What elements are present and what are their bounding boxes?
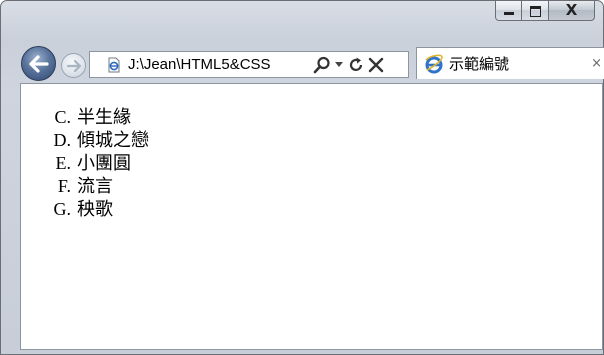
close-button[interactable]: X [549, 1, 595, 21]
page-icon [108, 57, 120, 72]
maximize-icon [530, 6, 541, 17]
stop-button[interactable] [366, 55, 386, 75]
list-item-marker: G. [53, 199, 72, 219]
list-item-label: 流言 [77, 176, 113, 197]
list-item: G. 秧歌 [47, 198, 149, 221]
list-item-marker: F. [57, 176, 71, 196]
dropdown-icon [335, 61, 343, 67]
address-dropdown-button[interactable] [332, 55, 346, 75]
refresh-button[interactable] [346, 55, 366, 75]
list-item: E. 小團圓 [47, 152, 149, 175]
back-arrow-icon [28, 54, 49, 73]
maximize-button[interactable] [522, 1, 549, 21]
address-tools [312, 55, 386, 75]
ordered-list: C. 半生緣 D. 傾城之戀 E. 小團圓 F. 流言 G. 秧歌 [47, 106, 150, 221]
close-icon: X [565, 1, 578, 19]
forward-arrow-icon [66, 59, 81, 72]
search-button[interactable] [312, 55, 332, 75]
navigation-bar: J:\Jean\HTML5&CSS 示範編號 × [1, 44, 604, 82]
list-item-label: 傾城之戀 [77, 130, 149, 151]
list-item: D. 傾城之戀 [47, 129, 150, 152]
ie-icon [425, 54, 443, 73]
list-item: C. 半生緣 [47, 106, 149, 129]
caption-buttons: X [495, 1, 595, 22]
refresh-icon [349, 57, 363, 71]
list-item-label: 秧歌 [77, 199, 113, 220]
tab-active[interactable]: 示範編號 × [416, 47, 604, 79]
tab-close-icon[interactable]: × [591, 56, 602, 71]
browser-window: X J:\Jean\HTML5&CSS 示範編號 × C. 半生緣 D. 傾城之… [0, 0, 604, 355]
list-item-label: 小團圓 [77, 153, 131, 174]
list-item-marker: C. [54, 107, 71, 127]
address-text[interactable]: J:\Jean\HTML5&CSS [128, 56, 308, 73]
page-content: C. 半生緣 D. 傾城之戀 E. 小團圓 F. 流言 G. 秧歌 [20, 83, 603, 350]
list-item-marker: D. [53, 130, 72, 150]
address-bar[interactable]: J:\Jean\HTML5&CSS [89, 51, 409, 78]
list-item-marker: E. [55, 153, 72, 173]
minimize-button[interactable] [495, 1, 522, 21]
tab-title: 示範編號 [449, 55, 510, 73]
search-icon [313, 56, 330, 73]
forward-button[interactable] [61, 53, 86, 78]
back-button[interactable] [21, 46, 56, 81]
minimize-icon [504, 12, 514, 15]
stop-icon [368, 57, 384, 72]
list-item-label: 半生緣 [77, 107, 131, 128]
list-item: F. 流言 [47, 175, 149, 198]
